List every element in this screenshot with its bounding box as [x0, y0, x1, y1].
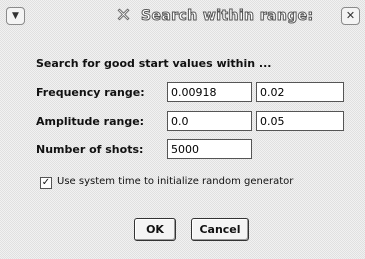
x-logo-icon: ✕	[115, 5, 132, 26]
ok-button[interactable]: OK	[134, 218, 176, 241]
window-menu-button[interactable]: ▼	[6, 7, 25, 25]
frequency-min-input[interactable]	[167, 82, 252, 102]
title-bar[interactable]: ▼ ✕ Search within range: ✕	[0, 0, 365, 32]
amplitude-max-input[interactable]	[256, 111, 344, 131]
close-icon: ✕	[345, 9, 356, 22]
frequency-max-input[interactable]	[256, 82, 344, 102]
search-range-dialog: ▼ ✕ Search within range: ✕ Search for go…	[0, 0, 365, 259]
close-button[interactable]: ✕	[341, 7, 360, 25]
use-system-time-label[interactable]: Use system time to initialize random gen…	[57, 176, 293, 187]
number-of-shots-input[interactable]	[167, 139, 252, 159]
checkmark-icon: ✓	[41, 177, 51, 188]
number-of-shots-label: Number of shots:	[36, 143, 144, 156]
amplitude-min-input[interactable]	[167, 111, 252, 131]
use-system-time-checkbox[interactable]: ✓	[40, 177, 52, 189]
frequency-range-label: Frequency range:	[36, 86, 145, 99]
window-title: Search within range:	[141, 8, 314, 25]
form-heading: Search for good start values within ...	[36, 57, 272, 70]
cancel-button[interactable]: Cancel	[191, 218, 249, 241]
amplitude-range-label: Amplitude range:	[36, 115, 145, 128]
chevron-down-icon: ▼	[12, 11, 19, 21]
